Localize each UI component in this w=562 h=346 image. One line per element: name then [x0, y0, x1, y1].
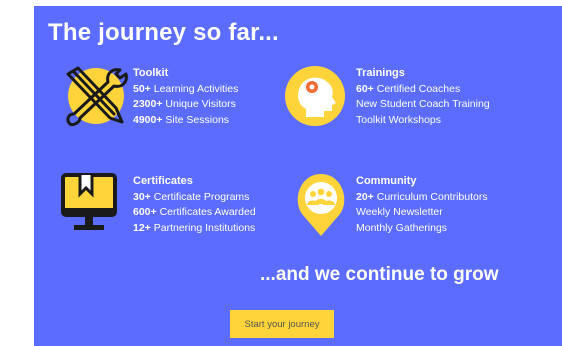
journey-banner: The journey so far... Toolkit 50+ Learni…: [34, 6, 562, 346]
toolkit-line-2: 2300+ Unique Visitors: [133, 98, 236, 110]
toolkit-line-1: 50+ Learning Activities: [133, 82, 239, 95]
tagline: ...and we continue to grow: [260, 264, 499, 285]
toolkit-line-3: 4900+ Site Sessions: [133, 113, 230, 126]
toolkit-heading: Toolkit: [133, 67, 169, 79]
trainings-line-1: 60+ Certified Coaches: [356, 82, 461, 95]
certificates-stats: Certificates 30+ Certificate Programs 60…: [133, 174, 256, 236]
monitor-bookmark-icon: [60, 172, 118, 241]
certificates-heading: Certificates: [133, 175, 193, 187]
certificates-line-2: 600+ Certificates Awarded: [133, 206, 256, 218]
community-line-1: 20+ Curriculum Contributors: [356, 190, 488, 203]
start-journey-button[interactable]: Start your journey: [230, 310, 334, 338]
certificates-line-3: 12+ Partnering Institutions: [133, 221, 256, 234]
community-line-3: Monthly Gatherings: [356, 221, 448, 234]
head-gear-icon: [284, 65, 346, 132]
page-title: The journey so far...: [48, 19, 279, 46]
community-stats: Community 20+ Curriculum Contributors We…: [356, 174, 488, 236]
trainings-stats: Trainings 60+ Certified Coaches New Stud…: [356, 66, 490, 128]
trainings-line-2: New Student Coach Training: [356, 98, 490, 110]
certificates-line-1: 30+ Certificate Programs: [133, 190, 250, 203]
people-pin-icon: [294, 172, 348, 243]
toolkit-stats: Toolkit 50+ Learning Activities 2300+ Un…: [133, 66, 238, 128]
community-line-2: Weekly Newsletter: [356, 206, 443, 218]
tools-icon: [60, 64, 132, 133]
trainings-heading: Trainings: [356, 67, 405, 79]
trainings-line-3: Toolkit Workshops: [356, 113, 442, 126]
community-heading: Community: [356, 175, 417, 187]
